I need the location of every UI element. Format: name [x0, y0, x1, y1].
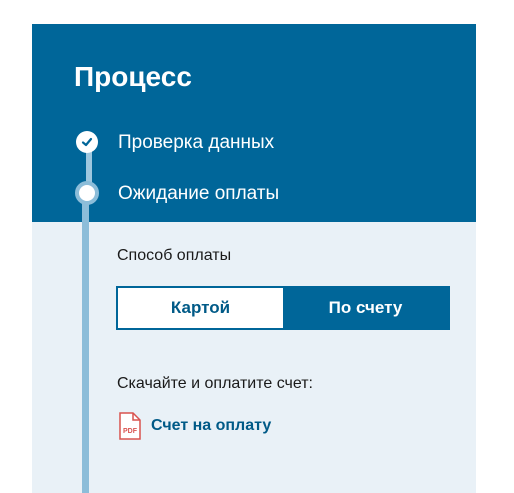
payment-option-invoice[interactable]: По счету: [283, 288, 448, 328]
payment-method-label: Способ оплаты: [117, 247, 232, 264]
payment-option-card[interactable]: Картой: [118, 288, 283, 328]
pdf-file-icon: PDF: [119, 412, 141, 440]
invoice-download-link[interactable]: PDF Счет на оплату: [118, 412, 271, 440]
current-step-dot-icon: [75, 181, 99, 205]
check-icon: [81, 137, 93, 147]
step-done-indicator: [76, 131, 98, 153]
step-label-data-check: Проверка данных: [118, 132, 275, 153]
progress-track: [82, 198, 89, 493]
invoice-link-label[interactable]: Счет на оплату: [151, 417, 271, 435]
page-title: Процесс: [74, 61, 192, 92]
payment-instruction: Скачайте и оплатите счет:: [117, 375, 313, 392]
payment-method-toggle: Картой По счету: [116, 286, 450, 330]
svg-text:PDF: PDF: [123, 428, 138, 435]
step-label-awaiting-payment: Ожидание оплаты: [118, 183, 280, 204]
